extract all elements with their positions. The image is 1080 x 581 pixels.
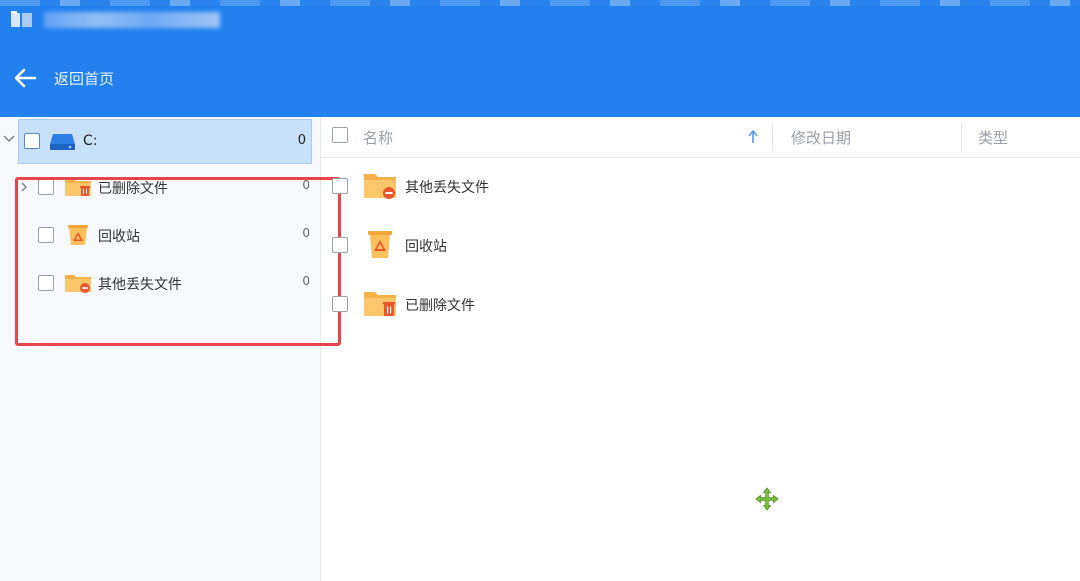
file-row-checkbox[interactable] bbox=[332, 178, 348, 194]
obscured-toolbar bbox=[0, 0, 1080, 6]
column-header-type[interactable]: 类型 bbox=[978, 127, 1008, 148]
chevron-right-icon[interactable] bbox=[19, 182, 29, 192]
tree-item-checkbox[interactable] bbox=[38, 227, 54, 243]
tree-item-label: 已删除文件 bbox=[98, 181, 168, 197]
app-logo-icon bbox=[11, 11, 32, 27]
move-cursor-icon bbox=[755, 487, 779, 511]
file-row-label: 其他丢失文件 bbox=[405, 180, 489, 196]
file-row[interactable]: 已删除文件 bbox=[321, 284, 1080, 324]
file-row-label: 回收站 bbox=[405, 239, 447, 255]
tree-item-deleted-files[interactable]: 已删除文件 0 bbox=[18, 173, 312, 203]
file-row[interactable]: 回收站 bbox=[321, 225, 1080, 265]
tree-item-count: 0 bbox=[302, 274, 310, 288]
chevron-down-icon[interactable] bbox=[3, 133, 15, 145]
recycle-bin-icon bbox=[368, 231, 392, 258]
lost-folder-icon bbox=[65, 275, 91, 293]
tree-drive-c[interactable]: C: 0 bbox=[18, 119, 312, 164]
obscured-window-title bbox=[44, 12, 220, 28]
column-header-name[interactable]: 名称 bbox=[363, 127, 393, 148]
back-home-button[interactable]: 返回首页 bbox=[12, 64, 114, 92]
file-row-checkbox[interactable] bbox=[332, 296, 348, 312]
arrow-left-icon bbox=[14, 68, 37, 88]
file-list-header: 名称 修改日期 类型 bbox=[321, 117, 1080, 158]
file-row-label: 已删除文件 bbox=[405, 298, 475, 314]
column-divider[interactable] bbox=[772, 123, 773, 151]
drive-count: 0 bbox=[297, 133, 306, 148]
tree-item-label: 其他丢失文件 bbox=[98, 277, 182, 293]
deleted-folder-icon bbox=[364, 292, 396, 316]
drive-label: C: bbox=[83, 133, 98, 149]
drive-checkbox[interactable] bbox=[24, 133, 40, 149]
app-header: 返回首页 bbox=[0, 0, 1080, 117]
back-home-label: 返回首页 bbox=[54, 69, 115, 88]
select-all-checkbox[interactable] bbox=[332, 127, 348, 143]
column-header-modified[interactable]: 修改日期 bbox=[791, 127, 851, 148]
folder-tree-sidebar: C: 0 已删除文件 0 回收站 0 其他丢失文件 0 bbox=[0, 117, 321, 581]
recycle-bin-icon bbox=[68, 225, 88, 245]
file-row[interactable]: 其他丢失文件 bbox=[321, 166, 1080, 206]
tree-item-recycle-bin[interactable]: 回收站 0 bbox=[18, 221, 312, 251]
tree-item-checkbox[interactable] bbox=[38, 179, 54, 195]
tree-item-count: 0 bbox=[302, 226, 310, 240]
tree-item-label: 回收站 bbox=[98, 229, 140, 245]
tree-item-count: 0 bbox=[302, 178, 310, 192]
column-divider[interactable] bbox=[961, 123, 962, 151]
deleted-folder-icon bbox=[65, 179, 91, 196]
tree-item-other-lost-files[interactable]: 其他丢失文件 0 bbox=[18, 269, 312, 299]
tree-item-checkbox[interactable] bbox=[38, 275, 54, 291]
hard-drive-icon bbox=[50, 134, 75, 150]
lost-folder-icon bbox=[364, 174, 396, 199]
sort-ascending-icon[interactable] bbox=[747, 129, 759, 145]
file-row-checkbox[interactable] bbox=[332, 237, 348, 253]
